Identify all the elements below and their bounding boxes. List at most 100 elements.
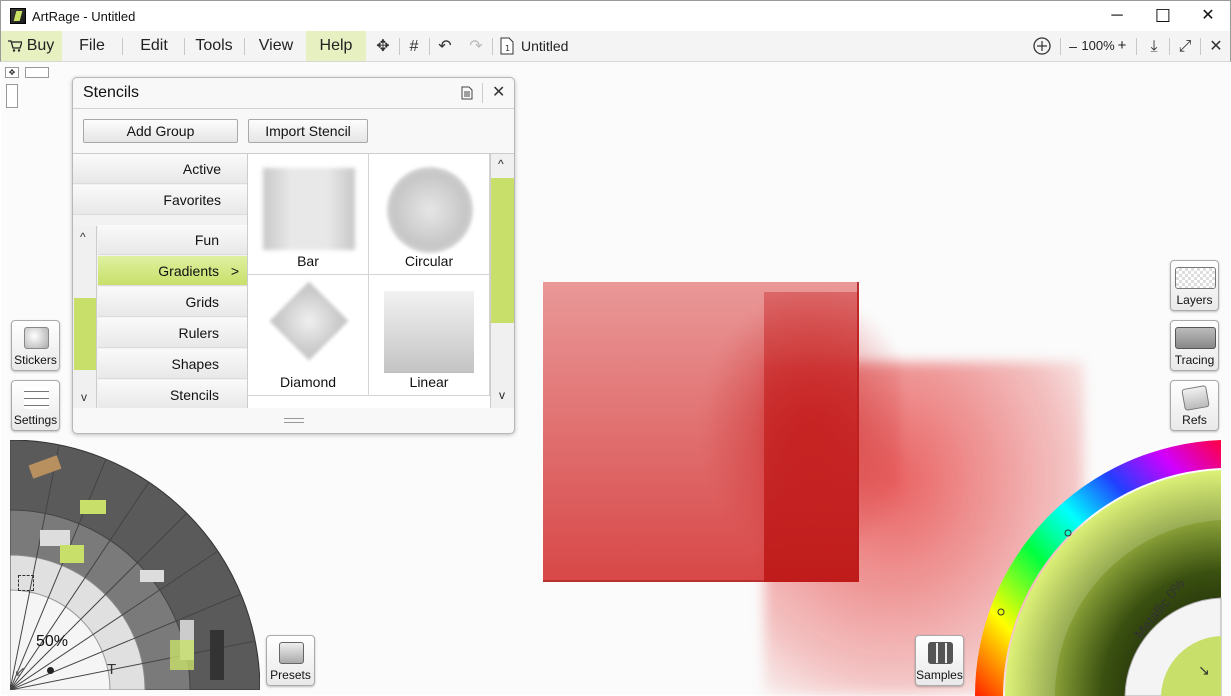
- stencil-scroll-thumb[interactable]: [491, 178, 514, 323]
- scroll-thumb[interactable]: [74, 298, 96, 370]
- sticker-icon: [24, 327, 49, 349]
- brush-dot-icon: [47, 667, 54, 674]
- color-picker-wheel[interactable]: [975, 440, 1231, 696]
- stencil-bar[interactable]: Bar: [248, 154, 369, 275]
- buy-button[interactable]: Buy: [1, 31, 62, 61]
- layers-label: Layers: [1176, 293, 1213, 307]
- close-document-icon[interactable]: ✕: [1207, 38, 1225, 56]
- stencil-diamond-label: Diamond: [279, 374, 337, 390]
- tool-wheel[interactable]: [10, 440, 260, 690]
- brush-size-value[interactable]: 50%: [36, 633, 68, 651]
- zoom-in-button[interactable]: +: [1116, 31, 1128, 61]
- group-gradients[interactable]: Gradients >: [98, 256, 247, 286]
- stencils-panel: Stencils ✕ Add Group Import Stencil Acti…: [72, 77, 515, 434]
- samples-label: Samples: [916, 668, 963, 682]
- panel-divider: [73, 108, 514, 109]
- zoom-level[interactable]: 100%: [1080, 31, 1116, 61]
- svg-text:1: 1: [505, 44, 510, 53]
- menu-help[interactable]: Help: [306, 31, 366, 61]
- menu-bar: Buy File Edit Tools View Help ✥ # ↶ ↷ 1 …: [0, 31, 1231, 62]
- chevron-right-icon: >: [230, 263, 239, 279]
- layers-icon: [1175, 267, 1216, 289]
- stickers-label: Stickers: [14, 353, 57, 367]
- tracing-button[interactable]: Tracing: [1170, 320, 1219, 371]
- layers-button[interactable]: Layers: [1170, 260, 1219, 311]
- panel-sep: [482, 83, 483, 103]
- settings-button[interactable]: Settings: [11, 380, 60, 431]
- settings-label: Settings: [13, 413, 58, 427]
- panel-title: Stencils: [83, 84, 140, 101]
- category-active[interactable]: Active: [73, 154, 247, 184]
- menu-tools[interactable]: Tools: [189, 31, 239, 61]
- maximize-button[interactable]: ☐: [1140, 1, 1186, 31]
- window-title: ArtRage - Untitled: [32, 9, 136, 24]
- undo-icon[interactable]: ↶: [436, 38, 454, 56]
- close-window-button[interactable]: ✕: [1185, 1, 1231, 31]
- stencil-scrollbar[interactable]: ^ v: [490, 153, 514, 408]
- circular-gradient-preview: [387, 167, 473, 253]
- scroll-up-icon[interactable]: ^: [80, 230, 86, 244]
- selection-tool-icon[interactable]: [18, 575, 34, 591]
- rotate-canvas-icon[interactable]: [1032, 36, 1052, 56]
- move-canvas-icon[interactable]: ✥: [374, 38, 392, 56]
- presets-icon: [279, 642, 304, 664]
- group-stencils[interactable]: Stencils: [98, 380, 247, 408]
- document-name[interactable]: Untitled: [521, 31, 571, 61]
- zoom-out-button[interactable]: –: [1067, 31, 1079, 61]
- scroll-down-icon[interactable]: v: [81, 390, 87, 404]
- collapse-corner-icon[interactable]: ↙: [14, 663, 26, 680]
- menu-file[interactable]: File: [67, 31, 117, 61]
- stencil-circular[interactable]: Circular: [369, 154, 490, 275]
- group-gradients-label: Gradients: [158, 263, 219, 279]
- refs-label: Refs: [1182, 413, 1207, 427]
- samples-icon: [928, 642, 953, 664]
- panel-menu-icon[interactable]: [461, 86, 473, 100]
- download-icon[interactable]: ⤓: [1145, 38, 1163, 56]
- stencil-linear-label: Linear: [409, 374, 449, 390]
- tracing-label: Tracing: [1174, 353, 1215, 367]
- stencil-diamond[interactable]: Diamond: [248, 275, 369, 396]
- fullscreen-icon[interactable]: ⤢: [1176, 38, 1194, 56]
- slider-tool-icon[interactable]: [25, 67, 49, 78]
- artrage-logo-icon: [10, 8, 26, 24]
- import-stencil-button[interactable]: Import Stencil: [248, 119, 368, 143]
- samples-button[interactable]: Samples: [915, 635, 964, 686]
- menu-view[interactable]: View: [251, 31, 301, 61]
- category-scrollbar[interactable]: ^ v: [73, 226, 97, 408]
- canvas-tool-icon[interactable]: ✥: [5, 67, 19, 78]
- buy-label: Buy: [26, 37, 55, 54]
- text-tool-icon[interactable]: T: [107, 661, 116, 678]
- scroll-down-icon[interactable]: v: [499, 388, 505, 402]
- group-rulers[interactable]: Rulers: [98, 318, 247, 348]
- cart-icon: [8, 40, 22, 52]
- diamond-gradient-preview: [269, 281, 349, 361]
- vertical-slider-icon[interactable]: [6, 84, 18, 108]
- document-icon: 1: [500, 37, 514, 55]
- scroll-up-icon[interactable]: ^: [498, 157, 504, 171]
- sliders-icon: [24, 387, 49, 409]
- stencil-circular-label: Circular: [404, 253, 454, 269]
- expand-picker-icon[interactable]: ↘: [1198, 662, 1210, 679]
- category-favorites[interactable]: Favorites: [73, 185, 247, 215]
- grid-icon[interactable]: #: [405, 38, 423, 56]
- tracing-icon: [1175, 327, 1216, 349]
- minimize-button[interactable]: ─: [1094, 1, 1140, 31]
- stickers-button[interactable]: Stickers: [11, 320, 60, 371]
- menu-edit[interactable]: Edit: [129, 31, 179, 61]
- bar-gradient-preview: [263, 168, 355, 250]
- stencil-grid: Bar Circular Diamond Linear: [248, 153, 490, 408]
- presets-button[interactable]: Presets: [266, 635, 315, 686]
- group-fun[interactable]: Fun: [98, 225, 247, 255]
- add-group-button[interactable]: Add Group: [83, 119, 238, 143]
- category-list: Active Favorites ^ v Fun Gradients > Gri…: [73, 153, 248, 408]
- redo-icon[interactable]: ↷: [467, 38, 485, 56]
- presets-label: Presets: [270, 668, 311, 682]
- stencil-linear[interactable]: Linear: [369, 275, 490, 396]
- group-grids[interactable]: Grids: [98, 287, 247, 317]
- panel-close-icon[interactable]: ✕: [492, 82, 505, 102]
- title-bar: ArtRage - Untitled ─ ☐ ✕: [0, 0, 1231, 31]
- panel-resize-grip[interactable]: [284, 418, 304, 423]
- linear-gradient-preview: [384, 291, 474, 373]
- refs-button[interactable]: Refs: [1170, 380, 1219, 431]
- group-shapes[interactable]: Shapes: [98, 349, 247, 379]
